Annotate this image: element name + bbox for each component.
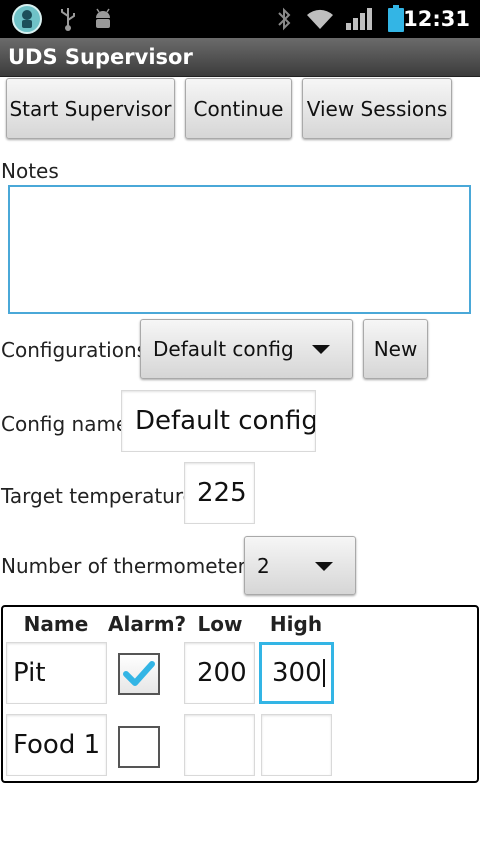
- number-of-thermometers-label: Number of thermometers: [1, 554, 257, 578]
- config-name-label: Config name: [1, 412, 129, 436]
- low-threshold-input[interactable]: 200: [184, 642, 255, 704]
- app-title: UDS Supervisor: [8, 45, 193, 69]
- configurations-label: Configurations: [1, 338, 148, 362]
- alarm-checkbox[interactable]: [118, 653, 160, 695]
- high-threshold-input[interactable]: 300: [259, 642, 334, 704]
- target-temperature-input[interactable]: 225: [184, 462, 255, 524]
- column-header-name: Name: [23, 612, 89, 636]
- column-header-low: Low: [197, 612, 243, 636]
- notes-input[interactable]: [8, 185, 471, 314]
- thermometers-count-selected: 2: [257, 553, 270, 578]
- configurations-dropdown[interactable]: Default config: [140, 319, 353, 379]
- android-debug-icon: [90, 0, 116, 38]
- status-bar: 12:31: [0, 0, 480, 38]
- config-name-input[interactable]: Default config: [121, 390, 316, 452]
- bluetooth-icon: [274, 0, 294, 38]
- clock: 12:31: [403, 7, 470, 31]
- alarm-checkbox[interactable]: [118, 726, 160, 768]
- usb-icon: [56, 0, 80, 38]
- view-sessions-button[interactable]: View Sessions: [302, 78, 452, 139]
- low-threshold-input[interactable]: [184, 714, 255, 776]
- column-header-alarm: Alarm?: [108, 612, 187, 636]
- wifi-icon: [304, 0, 336, 38]
- high-threshold-input[interactable]: [261, 714, 332, 776]
- thermometers-count-dropdown[interactable]: 2: [244, 536, 356, 595]
- text-cursor: [322, 659, 325, 687]
- dropdown-arrow-icon: [315, 561, 333, 571]
- app-title-bar: UDS Supervisor: [0, 38, 480, 77]
- thermometer-name-input[interactable]: Pit: [6, 642, 107, 704]
- new-config-button[interactable]: New: [363, 319, 428, 379]
- signal-icon: [344, 0, 374, 38]
- target-temperature-label: Target temperature: [1, 484, 195, 508]
- high-threshold-value: 300: [272, 658, 322, 688]
- app-notification-icon: [8, 0, 46, 38]
- start-supervisor-button[interactable]: Start Supervisor: [6, 78, 175, 139]
- continue-button[interactable]: Continue: [185, 78, 292, 139]
- notes-label: Notes: [1, 159, 59, 183]
- configurations-selected: Default config: [153, 337, 294, 361]
- column-header-high: High: [269, 612, 323, 636]
- dropdown-arrow-icon: [312, 345, 330, 354]
- checkmark-icon: [123, 661, 155, 686]
- thermometer-name-input[interactable]: Food 1: [6, 714, 107, 776]
